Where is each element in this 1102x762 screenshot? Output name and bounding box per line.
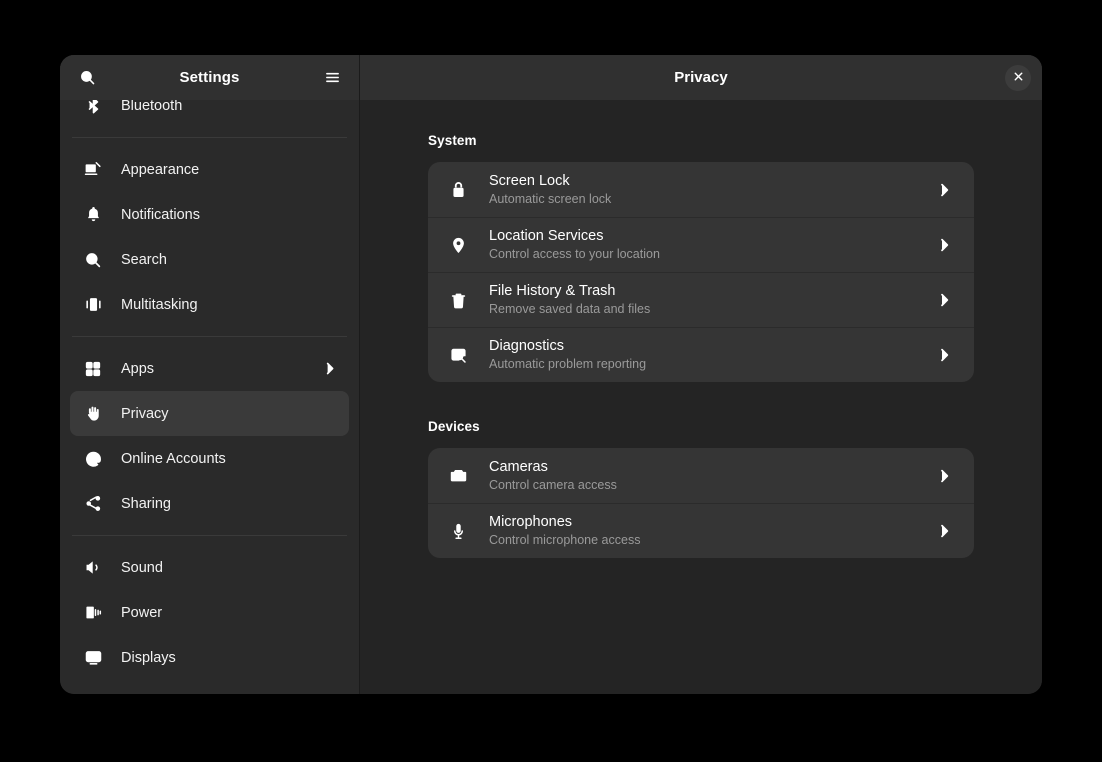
row-cameras[interactable]: Cameras Control camera access <box>428 448 974 503</box>
row-microphones[interactable]: Microphones Control microphone access <box>428 503 974 558</box>
page-title: Privacy <box>372 69 1030 86</box>
sidebar-item-search[interactable]: Search <box>70 237 349 282</box>
sidebar-title: Settings <box>100 69 319 86</box>
hamburger-menu-icon <box>324 69 341 86</box>
row-title: Diagnostics <box>489 338 935 355</box>
sidebar-scroll-area[interactable]: Bluetooth Appearance <box>60 100 359 694</box>
row-title: File History & Trash <box>489 283 935 300</box>
sidebar-item-label: Bluetooth <box>121 100 337 114</box>
section-title-system: System <box>428 133 974 148</box>
sidebar-item-apps[interactable]: Apps <box>70 346 349 391</box>
close-icon <box>1013 69 1024 87</box>
sidebar-item-label: Appearance <box>121 162 337 178</box>
sidebar-item-power[interactable]: Power <box>70 590 349 635</box>
row-text: Cameras Control camera access <box>489 459 935 493</box>
multitasking-icon <box>82 294 104 316</box>
main-panel: Privacy System <box>360 55 1042 694</box>
sidebar-item-sharing[interactable]: Sharing <box>70 481 349 526</box>
sidebar-item-label: Multitasking <box>121 297 337 313</box>
sidebar-item-label: Notifications <box>121 207 337 223</box>
row-title: Cameras <box>489 459 935 476</box>
chevron-right-icon <box>935 467 953 485</box>
row-text: File History & Trash Remove saved data a… <box>489 283 935 317</box>
sidebar-item-label: Search <box>121 252 337 268</box>
battery-icon <box>82 602 104 624</box>
location-pin-icon <box>447 234 469 256</box>
display-icon <box>82 647 104 669</box>
sidebar-item-label: Online Accounts <box>121 451 337 467</box>
sidebar-item-mouse-touchpad[interactable]: Mouse & Touchpad <box>70 680 349 694</box>
sidebar-item-displays[interactable]: Displays <box>70 635 349 680</box>
row-subtitle: Remove saved data and files <box>489 301 935 317</box>
sidebar-item-label: Power <box>121 605 337 621</box>
hand-icon <box>82 403 104 425</box>
sidebar-item-privacy[interactable]: Privacy <box>70 391 349 436</box>
close-button[interactable] <box>1005 65 1031 91</box>
sidebar-item-label: Displays <box>121 650 337 666</box>
sidebar-item-label: Sound <box>121 560 337 576</box>
devices-settings-card: Cameras Control camera access <box>428 448 974 558</box>
appearance-icon <box>82 159 104 181</box>
sidebar-group: Bluetooth <box>70 100 349 137</box>
row-file-history-trash[interactable]: File History & Trash Remove saved data a… <box>428 272 974 327</box>
sidebar-item-notifications[interactable]: Notifications <box>70 192 349 237</box>
row-subtitle: Control access to your location <box>489 246 935 262</box>
sidebar-item-label: Privacy <box>121 406 337 422</box>
mouse-icon <box>82 692 104 695</box>
row-location-services[interactable]: Location Services Control access to your… <box>428 217 974 272</box>
sidebar-item-label: Sharing <box>121 496 337 512</box>
sidebar-item-appearance[interactable]: Appearance <box>70 147 349 192</box>
grid-icon <box>82 358 104 380</box>
row-text: Location Services Control access to your… <box>489 228 935 262</box>
row-screen-lock[interactable]: Screen Lock Automatic screen lock <box>428 162 974 217</box>
camera-icon <box>447 465 469 487</box>
main-header: Privacy <box>360 55 1042 100</box>
sidebar-group: Apps Privacy <box>70 337 349 535</box>
chevron-right-icon <box>321 361 337 377</box>
speaker-icon <box>82 557 104 579</box>
row-title: Microphones <box>489 514 935 531</box>
main-content: System Screen Lock Automatic screen lock <box>360 100 1042 694</box>
diagnostics-icon <box>447 344 469 366</box>
search-icon <box>82 249 104 271</box>
sidebar-item-online-accounts[interactable]: Online Accounts <box>70 436 349 481</box>
main-menu-button[interactable] <box>319 65 345 91</box>
row-text: Microphones Control microphone access <box>489 514 935 548</box>
section-title-devices: Devices <box>428 419 974 434</box>
sidebar-item-multitasking[interactable]: Multitasking <box>70 282 349 327</box>
sidebar-group: Appearance Notifications <box>70 138 349 336</box>
row-text: Diagnostics Automatic problem reporting <box>489 338 935 372</box>
chevron-right-icon <box>935 181 953 199</box>
sidebar-item-bluetooth[interactable]: Bluetooth <box>70 100 349 128</box>
row-title: Screen Lock <box>489 173 935 190</box>
sidebar-header: Settings <box>60 55 359 100</box>
sidebar: Settings <box>60 55 360 694</box>
sidebar-group: Sound Power <box>70 536 349 694</box>
microphone-icon <box>447 520 469 542</box>
row-subtitle: Control camera access <box>489 477 935 493</box>
search-icon <box>79 69 96 86</box>
row-subtitle: Automatic screen lock <box>489 191 935 207</box>
sidebar-item-sound[interactable]: Sound <box>70 545 349 590</box>
row-title: Location Services <box>489 228 935 245</box>
lock-icon <box>447 179 469 201</box>
trash-icon <box>447 289 469 311</box>
row-text: Screen Lock Automatic screen lock <box>489 173 935 207</box>
bluetooth-icon <box>82 100 104 117</box>
row-subtitle: Control microphone access <box>489 532 935 548</box>
row-diagnostics[interactable]: Diagnostics Automatic problem reporting <box>428 327 974 382</box>
bell-icon <box>82 204 104 226</box>
chevron-right-icon <box>935 291 953 309</box>
chevron-right-icon <box>935 346 953 364</box>
row-subtitle: Automatic problem reporting <box>489 356 935 372</box>
share-icon <box>82 493 104 515</box>
settings-window: Settings <box>60 55 1042 694</box>
sidebar-item-label: Apps <box>121 361 321 377</box>
chevron-right-icon <box>935 236 953 254</box>
chevron-right-icon <box>935 522 953 540</box>
system-settings-card: Screen Lock Automatic screen lock <box>428 162 974 382</box>
search-button[interactable] <box>74 65 100 91</box>
at-sign-icon <box>82 448 104 470</box>
